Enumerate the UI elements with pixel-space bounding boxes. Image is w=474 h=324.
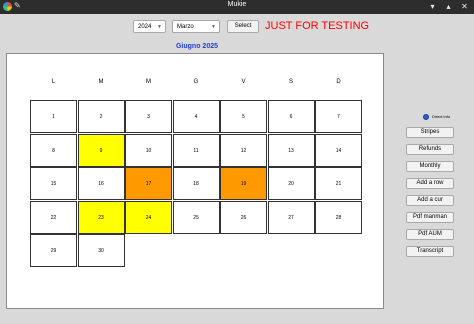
calendar-day-cell[interactable]: 20 bbox=[267, 167, 315, 200]
weekday-header: M bbox=[146, 79, 151, 85]
month-select[interactable]: Marzo ▼ bbox=[172, 20, 220, 33]
pdf-manman-button[interactable]: Pdf manman bbox=[406, 212, 454, 223]
chevron-down-icon: ▼ bbox=[211, 24, 216, 30]
calendar-panel: LMMGVSD 1 2 3 4 5 6 7 8 9 10 11 12 13 14 15 16 17 18 19 20 2… bbox=[6, 53, 384, 309]
calendar-day-cell[interactable]: 27 bbox=[267, 200, 315, 234]
calendar-day-cell[interactable]: 22 bbox=[30, 200, 77, 234]
calendar-day-cell[interactable]: 17 bbox=[125, 167, 172, 200]
maximize-icon[interactable]: ▴ bbox=[443, 1, 454, 12]
calendar-day-cell[interactable]: 3 bbox=[125, 100, 172, 133]
weekday-header: D bbox=[336, 79, 341, 85]
radio-label: Direct info bbox=[432, 114, 451, 119]
calendar-day-cell[interactable]: 6 bbox=[267, 100, 315, 133]
calendar-day-cell[interactable]: 7 bbox=[315, 100, 362, 133]
calendar-title: Giugno 2025 bbox=[175, 43, 218, 50]
weekday-header: G bbox=[193, 79, 199, 85]
add-cur-button[interactable]: Add a cur bbox=[406, 195, 454, 206]
calendar-day-cell[interactable]: 13 bbox=[267, 133, 315, 167]
calendar-day-cell[interactable]: 26 bbox=[220, 200, 267, 234]
monthly-button[interactable]: Monthly bbox=[406, 161, 454, 172]
title-bar: ✎ Mukie ▾ ▴ ✕ bbox=[0, 0, 474, 14]
calendar-day-cell[interactable]: 25 bbox=[172, 200, 220, 234]
calendar-day-cell[interactable]: 14 bbox=[315, 133, 362, 167]
window-title: Mukie bbox=[227, 1, 247, 8]
select-button[interactable]: Select bbox=[227, 20, 259, 33]
transcript-button[interactable]: Transcript bbox=[406, 246, 454, 257]
weekday-header: L bbox=[51, 79, 56, 85]
weekday-header: V bbox=[241, 79, 246, 85]
calendar-day-cell[interactable]: 5 bbox=[220, 100, 267, 133]
calendar-day-cell[interactable]: 18 bbox=[172, 167, 220, 200]
add-row-button[interactable]: Add a row bbox=[406, 178, 454, 189]
calendar-day-cell[interactable]: 16 bbox=[77, 167, 125, 200]
calendar-day-cell[interactable]: 28 bbox=[315, 200, 362, 234]
calendar-day-cell[interactable]: 21 bbox=[315, 167, 362, 200]
refunds-button[interactable]: Refunds bbox=[406, 144, 454, 155]
calendar-day-cell[interactable]: 15 bbox=[30, 167, 77, 200]
calendar-day-cell[interactable]: 29 bbox=[30, 234, 77, 267]
pdf-aum-button[interactable]: Pdf AUM bbox=[406, 229, 454, 240]
calendar-day-cell[interactable]: 30 bbox=[77, 234, 125, 267]
year-select[interactable]: 2024 ▼ bbox=[133, 20, 166, 33]
testing-label: JUST FOR TESTING bbox=[265, 20, 370, 32]
calendar-day-cell[interactable]: 24 bbox=[125, 200, 172, 234]
calendar-day-cell[interactable]: 11 bbox=[172, 133, 220, 167]
calendar-grid: 1 2 3 4 5 6 7 8 9 10 11 12 13 14 15 16 17 18 19 20 21 22 23 24 2… bbox=[30, 100, 363, 270]
calendar-day-cell[interactable]: 12 bbox=[220, 133, 267, 167]
year-value: 2024 bbox=[138, 24, 152, 30]
month-value: Marzo bbox=[177, 24, 194, 30]
calendar-day-cell[interactable]: 10 bbox=[125, 133, 172, 167]
calendar-day-cell[interactable]: 4 bbox=[172, 100, 220, 133]
calendar-day-cell[interactable]: 19 bbox=[220, 167, 267, 200]
calendar-day-cell[interactable]: 2 bbox=[77, 100, 125, 133]
calendar-day-cell[interactable]: 8 bbox=[30, 133, 77, 167]
calendar-day-cell[interactable]: 1 bbox=[30, 100, 77, 133]
calendar-day-cell[interactable]: 23 bbox=[77, 200, 125, 234]
close-icon[interactable]: ✕ bbox=[459, 1, 470, 12]
chevron-down-icon: ▼ bbox=[157, 24, 162, 30]
weekday-header: S bbox=[288, 79, 293, 85]
minimize-icon[interactable]: ▾ bbox=[427, 1, 438, 12]
stripes-button[interactable]: Stripes bbox=[406, 127, 454, 138]
calendar-day-cell[interactable]: 9 bbox=[77, 133, 125, 167]
radio-selected-icon[interactable] bbox=[423, 114, 429, 120]
weekday-header: M bbox=[98, 79, 104, 85]
